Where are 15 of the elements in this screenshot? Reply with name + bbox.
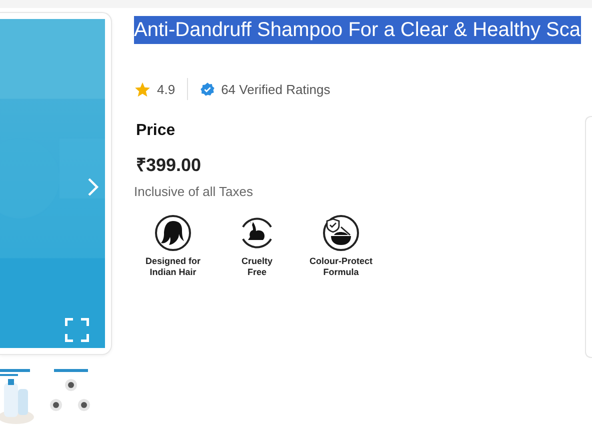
bowl-icon — [321, 213, 361, 253]
rating-score: 4.9 — [157, 82, 176, 96]
product-title: Anti-Dandruff Shampoo For a Clear & Healthy Sca — [134, 16, 581, 44]
verified-ratings[interactable]: 64 Verified Ratings — [221, 82, 330, 96]
star-icon — [134, 80, 151, 98]
feature-label: Cruelty Free — [241, 256, 272, 278]
feature-label: Colour-Protect Formula — [310, 256, 372, 278]
tax-note: Inclusive of all Taxes — [134, 184, 254, 199]
verified-badge-icon — [200, 82, 216, 96]
fullscreen-icon[interactable] — [65, 318, 89, 342]
feature-label: Designed for Indian Hair — [145, 256, 200, 278]
price-heading: Price — [136, 122, 176, 140]
chevron-right-icon[interactable] — [87, 177, 99, 197]
price-amount: ₹399.00 — [136, 154, 202, 176]
hair-icon — [153, 213, 193, 253]
